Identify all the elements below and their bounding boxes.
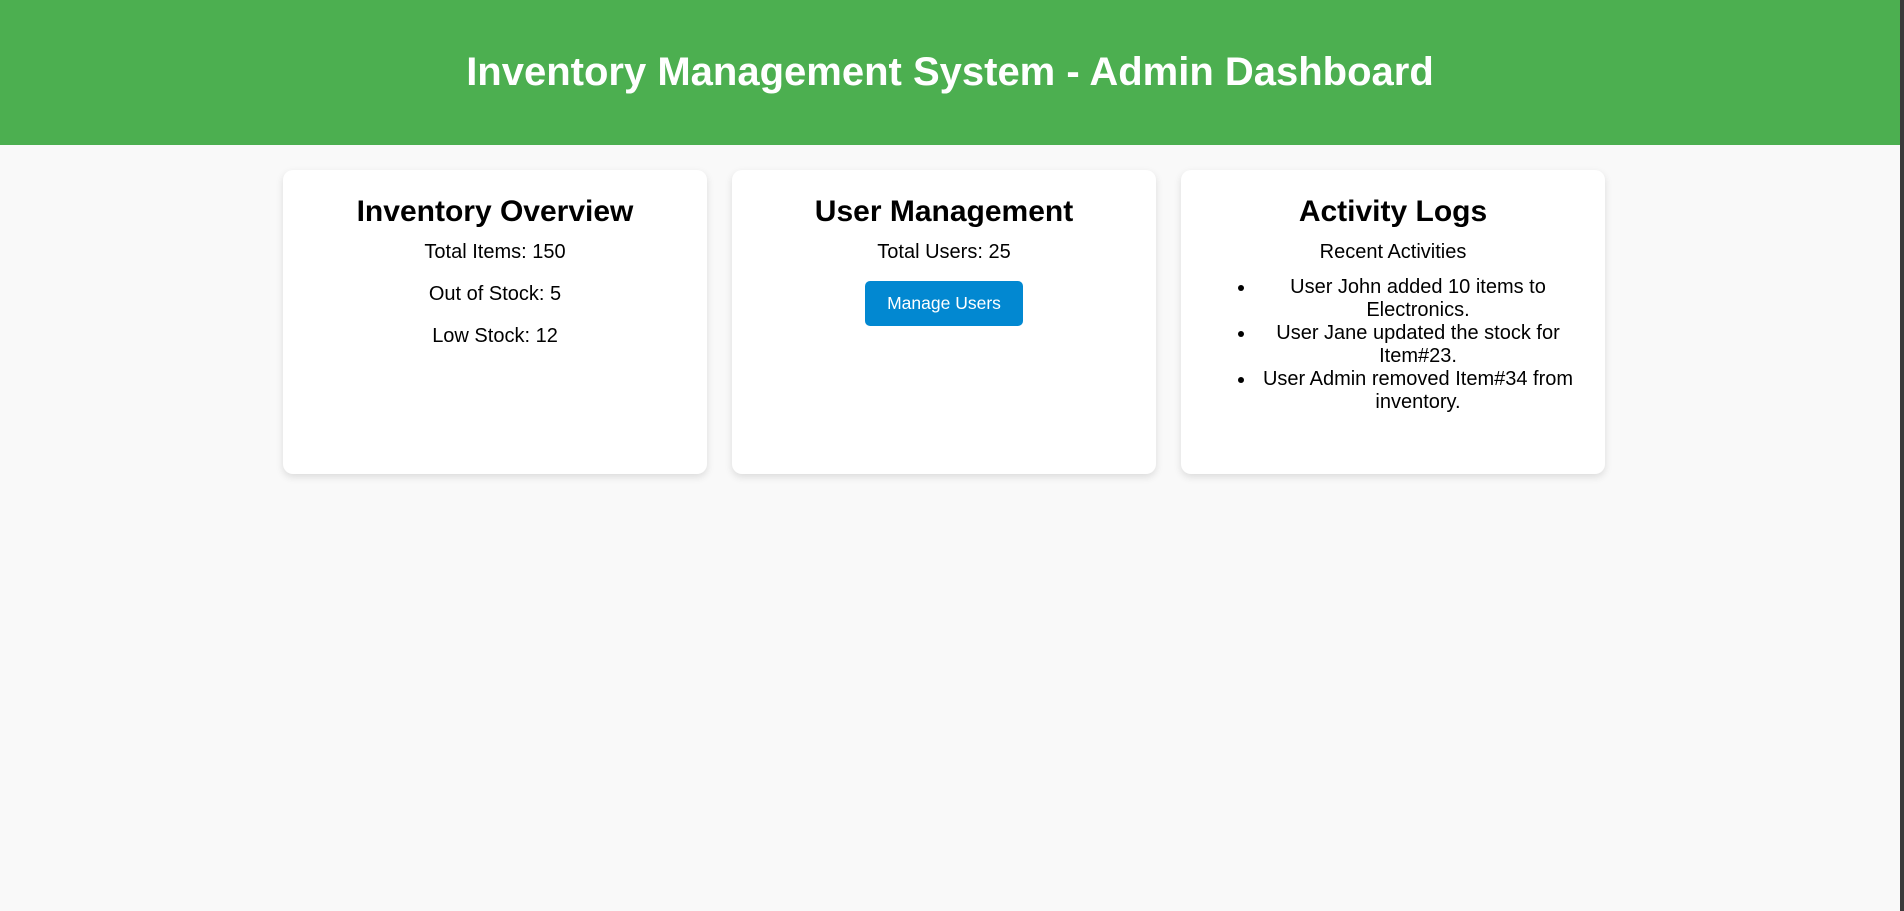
- header: Inventory Management System - Admin Dash…: [0, 0, 1900, 145]
- activity-list: User John added 10 items to Electronics.…: [1206, 276, 1580, 414]
- total-users: Total Users: 25: [877, 241, 1011, 263]
- recent-activities-label: Recent Activities: [1319, 241, 1467, 263]
- page-title: Inventory Management System - Admin Dash…: [466, 50, 1434, 94]
- inventory-overview-card: Inventory Overview Total Items: 150 Out …: [283, 170, 707, 474]
- user-management-card: User Management Total Users: 25 Manage U…: [732, 170, 1156, 474]
- dashboard-cards: Inventory Overview Total Items: 150 Out …: [0, 170, 1900, 474]
- total-items: Total Items: 150: [424, 241, 566, 263]
- list-item: User John added 10 items to Electronics.: [1256, 276, 1580, 322]
- card-title: Activity Logs: [1298, 195, 1488, 228]
- card-title: User Management: [814, 195, 1074, 228]
- page: Inventory Management System - Admin Dash…: [0, 0, 1900, 911]
- out-of-stock: Out of Stock: 5: [428, 283, 562, 305]
- activity-logs-card: Activity Logs Recent Activities User Joh…: [1181, 170, 1605, 474]
- manage-users-button[interactable]: Manage Users: [865, 281, 1023, 326]
- card-title: Inventory Overview: [356, 195, 634, 228]
- list-item: User Jane updated the stock for Item#23.: [1256, 322, 1580, 368]
- low-stock: Low Stock: 12: [432, 325, 558, 347]
- list-item: User Admin removed Item#34 from inventor…: [1256, 368, 1580, 414]
- scrollbar[interactable]: [1900, 0, 1904, 911]
